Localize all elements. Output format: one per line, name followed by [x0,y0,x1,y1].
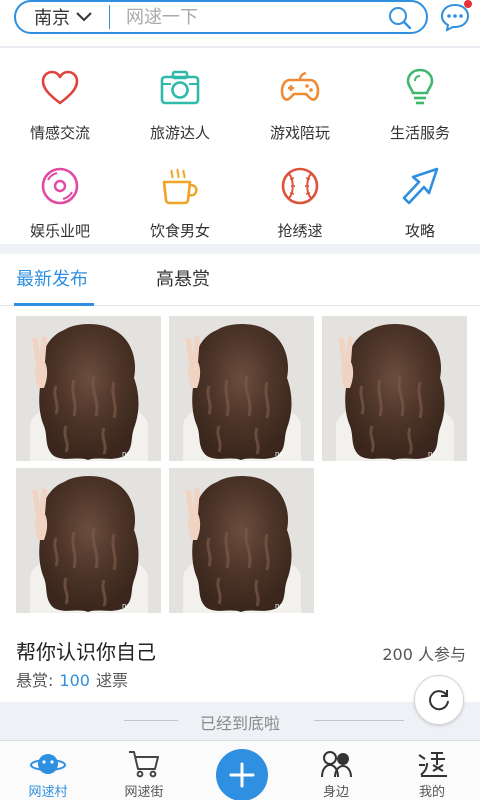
end-of-list-bar: 已经到底啦 [0,702,480,740]
bottom-nav: 网逑村 网逑街 身边 我的 [0,740,480,800]
category-label: 旅游达人 [149,124,210,142]
nav-street[interactable]: 网逑街 [96,741,192,800]
category-label: 生活服务 [389,124,450,142]
category-snatch[interactable]: 抢绣逑 [240,146,360,244]
nav-label: 网逑街 [124,785,164,800]
hair-photo [322,316,467,461]
hair-photo [16,316,161,461]
arrow-icon [402,167,439,205]
top-bar: 南京 [0,0,480,46]
heart-icon [41,70,79,105]
post-photo[interactable] [16,468,161,613]
tab-bar: 最新发布 高悬赏 [0,254,480,306]
chevron-down-icon [76,12,92,22]
tab-high-reward[interactable]: 高悬赏 [156,254,210,306]
city-selector[interactable]: 南京 [16,2,109,32]
nav-label: 网逑村 [28,785,68,800]
search-input[interactable] [110,2,360,32]
music-disc-icon [41,167,79,205]
profile-icon [418,752,447,777]
cart-icon [129,751,159,778]
category-grid: 情感交流 旅游达人 游戏陪玩 生活服务 娱乐业吧 饮食男女 抢绣逑 攻略 [0,48,480,244]
baseball-icon [281,167,319,205]
category-label: 游戏陪玩 [269,124,330,142]
refresh-button[interactable] [414,675,464,725]
reward-unit: 逑票 [95,671,128,690]
category-label: 娱乐业吧 [29,222,90,240]
city-label: 南京 [34,8,70,29]
active-tab-indicator [14,303,94,306]
plus-icon [229,762,255,788]
nav-nearby[interactable]: 身边 [288,741,384,800]
post-photo[interactable] [169,468,314,613]
hair-photo [169,316,314,461]
nav-label: 我的 [418,785,445,800]
tab-latest[interactable]: 最新发布 [16,254,88,306]
end-line-right [314,720,404,721]
post-photo[interactable] [16,316,161,461]
category-food[interactable]: 饮食男女 [120,146,240,244]
gamepad-icon [280,71,320,101]
post-title[interactable]: 帮你认识你自己 [16,636,156,665]
nav-label: 身边 [322,785,349,800]
category-life-service[interactable]: 生活服务 [360,48,480,146]
category-label: 饮食男女 [149,222,210,240]
section-divider [0,244,480,254]
search-icon[interactable] [388,6,412,30]
post-photo[interactable] [169,316,314,461]
refresh-icon [429,690,449,711]
nav-village[interactable]: 网逑村 [0,741,96,800]
hair-photo [16,468,161,613]
message-button[interactable] [440,0,472,32]
participant-count: 200 人参与 [382,645,466,664]
category-label: 抢绣逑 [277,222,323,240]
end-of-list-text: 已经到底啦 [199,714,280,733]
lightbulb-icon [406,68,434,105]
post-add-button[interactable] [216,749,268,800]
hair-photo [169,468,314,613]
category-label: 攻略 [404,222,435,240]
people-icon [321,751,352,778]
category-entertainment[interactable]: 娱乐业吧 [0,146,120,244]
camera-icon [160,70,200,105]
category-gaming[interactable]: 游戏陪玩 [240,48,360,146]
reward-info: 悬赏: 100 逑票 [16,667,128,691]
coffee-cup-icon [162,168,198,205]
search-bar[interactable]: 南京 [14,0,428,34]
reward-label: 悬赏: [16,671,54,690]
category-label: 情感交流 [29,124,90,142]
category-guide[interactable]: 攻略 [360,146,480,244]
category-travel[interactable]: 旅游达人 [120,48,240,146]
post-photo[interactable] [322,316,467,461]
planet-icon [30,754,66,774]
nav-mine[interactable]: 我的 [384,741,480,800]
notification-dot [464,0,472,8]
reward-value: 100 [59,671,90,690]
category-emotional-chat[interactable]: 情感交流 [0,48,120,146]
